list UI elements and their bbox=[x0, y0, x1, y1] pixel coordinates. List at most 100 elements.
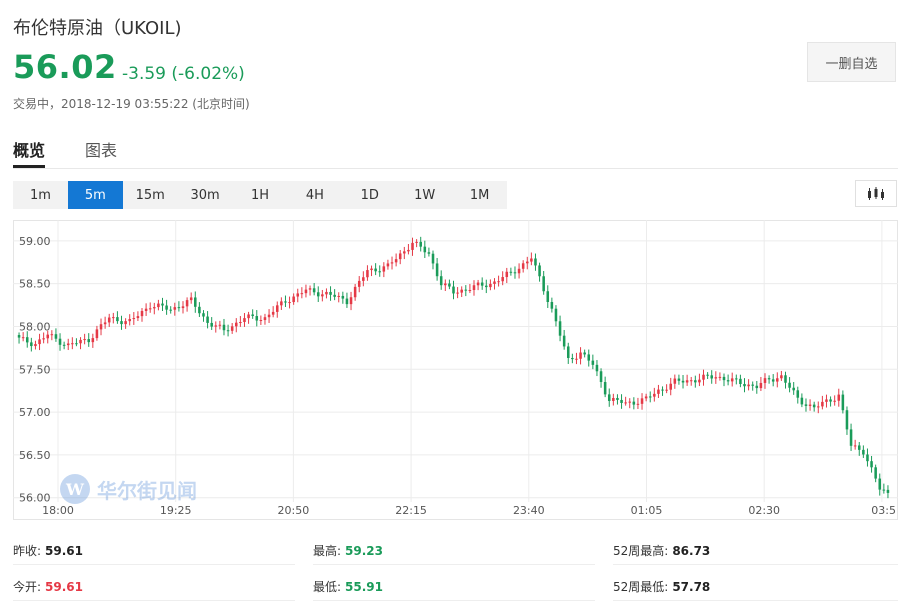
candle-body bbox=[624, 402, 627, 404]
candle-body bbox=[620, 399, 623, 403]
candle-body bbox=[566, 346, 570, 358]
candle-body bbox=[239, 322, 242, 324]
candle-body bbox=[886, 489, 890, 493]
candle-body bbox=[124, 321, 127, 325]
candle-body bbox=[75, 343, 78, 345]
candle-body bbox=[439, 276, 443, 286]
candle-body bbox=[71, 343, 74, 345]
candle-body bbox=[316, 292, 320, 297]
watermark-text: 华尔街见闻 bbox=[97, 479, 197, 503]
candle-body bbox=[583, 352, 586, 355]
period-15m[interactable]: 15m bbox=[123, 181, 178, 209]
tab-chart[interactable]: 图表 bbox=[85, 137, 117, 161]
candle-body bbox=[829, 399, 832, 402]
candle-body bbox=[58, 338, 62, 345]
candle-body bbox=[128, 319, 131, 322]
x-tick-label: 01:05 bbox=[631, 504, 663, 517]
candle-body bbox=[366, 270, 369, 278]
candle-body bbox=[538, 265, 541, 277]
candle-body bbox=[665, 389, 668, 391]
candle-body bbox=[796, 390, 800, 398]
candle-body bbox=[452, 286, 455, 294]
candle-body bbox=[136, 316, 140, 319]
candle-body bbox=[509, 271, 513, 273]
candle-body bbox=[821, 401, 824, 407]
candle-body bbox=[427, 252, 431, 254]
candle-body bbox=[214, 325, 218, 327]
chart-type-button[interactable] bbox=[855, 180, 897, 207]
x-tick-label: 23:40 bbox=[513, 504, 545, 517]
period-1d[interactable]: 1D bbox=[342, 181, 397, 209]
candle-body bbox=[345, 298, 349, 305]
candle-body bbox=[267, 314, 271, 318]
candle-body bbox=[485, 285, 488, 288]
y-tick-label: 59.00 bbox=[19, 235, 51, 248]
candle-body bbox=[776, 378, 779, 382]
period-4h[interactable]: 4H bbox=[287, 181, 342, 209]
candle-body bbox=[612, 397, 615, 401]
divider bbox=[313, 600, 595, 601]
stat-open: 今开: 59.61 bbox=[13, 580, 84, 594]
candle-body bbox=[259, 320, 263, 322]
candle-body bbox=[83, 339, 86, 341]
candle-body bbox=[38, 339, 41, 345]
period-30m[interactable]: 30m bbox=[178, 181, 233, 209]
candle-body bbox=[378, 271, 381, 273]
candle-body bbox=[448, 283, 451, 287]
candle-body bbox=[87, 339, 90, 343]
period-1h[interactable]: 1H bbox=[233, 181, 288, 209]
candle-body bbox=[394, 259, 398, 263]
candle-body bbox=[337, 295, 341, 297]
candle-body bbox=[714, 377, 718, 379]
candle-body bbox=[304, 289, 308, 294]
period-1w[interactable]: 1W bbox=[397, 181, 452, 209]
candle-body bbox=[353, 286, 357, 298]
price-chart[interactable]: 59.00 58.50 58.00 57.50 57.00 56.50 56.00 18:00… bbox=[13, 220, 898, 520]
candle-body bbox=[698, 379, 701, 383]
candle-body bbox=[763, 378, 767, 383]
candle-body bbox=[739, 378, 742, 385]
candle-body bbox=[632, 401, 636, 405]
stat-high: 最高: 59.23 bbox=[313, 544, 384, 558]
candle-body bbox=[685, 380, 689, 383]
candle-body bbox=[329, 291, 332, 295]
candle-body bbox=[435, 263, 439, 277]
candle-body bbox=[107, 317, 111, 323]
candle-body bbox=[669, 383, 672, 390]
candle-body bbox=[599, 371, 603, 383]
y-tick-label: 58.50 bbox=[19, 278, 51, 291]
candle-body bbox=[407, 249, 410, 252]
x-tick-label: 18:00 bbox=[42, 504, 74, 517]
candle-body bbox=[349, 297, 353, 305]
candle-body bbox=[722, 376, 726, 381]
tab-overview[interactable]: 概览 bbox=[13, 137, 45, 161]
candle-body bbox=[808, 404, 812, 406]
candle-body bbox=[751, 384, 754, 386]
remove-watchlist-button[interactable]: 一删自选 bbox=[807, 42, 896, 82]
candle-body bbox=[730, 378, 734, 382]
candle-body bbox=[296, 293, 300, 297]
price-change: -3.59 (-6.02%) bbox=[122, 64, 245, 84]
candle-body bbox=[325, 291, 328, 295]
candle-body bbox=[780, 375, 783, 379]
candle-body bbox=[321, 294, 324, 297]
candle-body bbox=[603, 382, 607, 395]
candle-body bbox=[501, 277, 504, 282]
candle-body bbox=[103, 322, 107, 325]
candle-body bbox=[648, 396, 652, 398]
stat-52w-high: 52周最高: 86.73 bbox=[613, 544, 711, 558]
candle-body bbox=[558, 321, 562, 336]
candle-body bbox=[95, 329, 99, 339]
period-1m[interactable]: 1m bbox=[13, 181, 68, 209]
candle-body bbox=[845, 410, 849, 430]
candle-body bbox=[591, 360, 595, 365]
candle-body bbox=[116, 317, 119, 322]
candle-body bbox=[788, 382, 791, 388]
candle-body bbox=[874, 467, 877, 479]
candle-body bbox=[804, 404, 808, 406]
candle-body bbox=[62, 344, 66, 346]
period-5m[interactable]: 5m bbox=[67, 181, 123, 209]
candle-body bbox=[735, 378, 738, 380]
period-1mo[interactable]: 1M bbox=[452, 181, 507, 209]
y-tick-label: 57.50 bbox=[19, 363, 51, 376]
